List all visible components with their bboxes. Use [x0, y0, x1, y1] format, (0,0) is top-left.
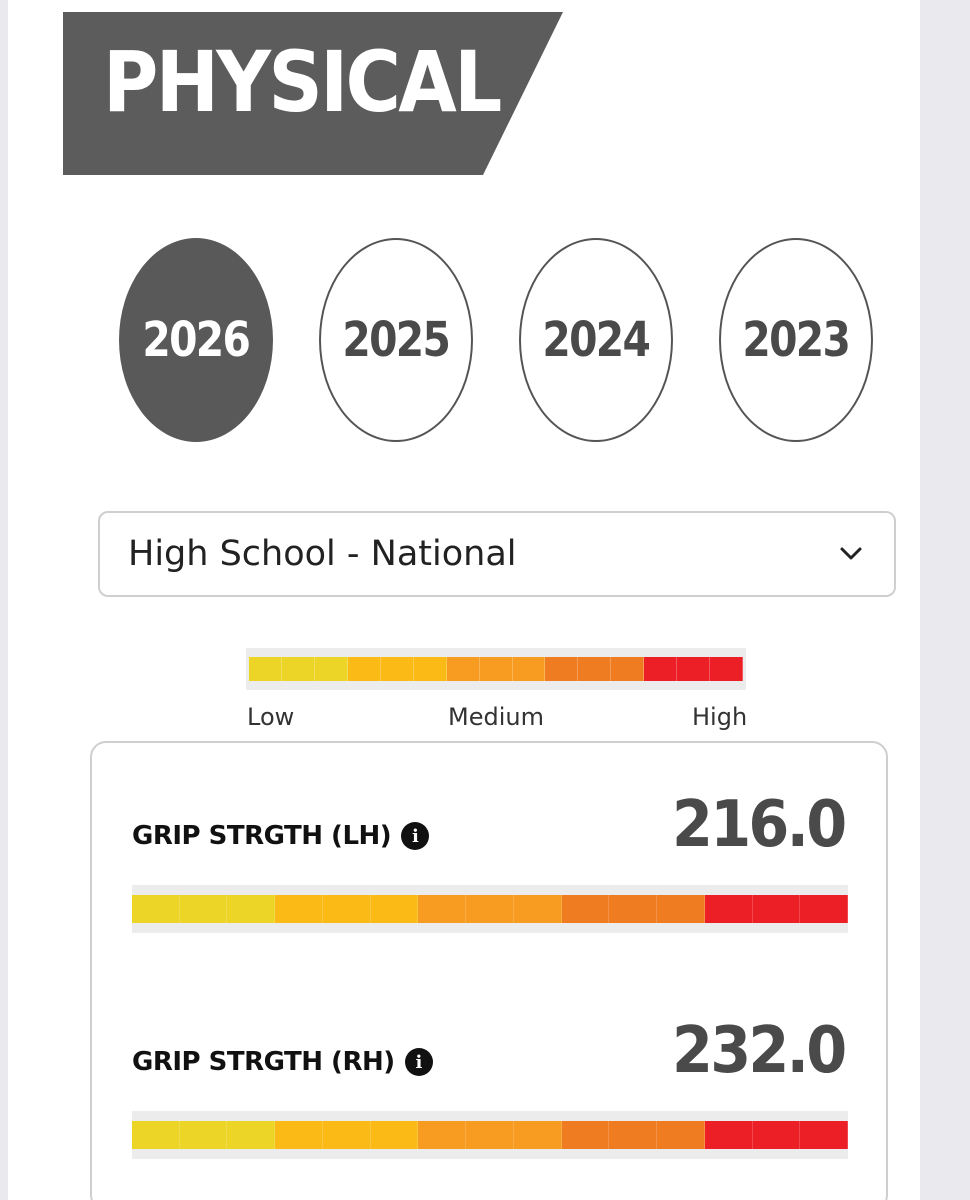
year-button-2025[interactable]: 2025	[319, 238, 473, 442]
scale-segment	[513, 1121, 562, 1149]
scale-segment	[545, 657, 579, 681]
legend-medium-label: Medium	[448, 703, 544, 731]
scale-segment	[413, 657, 447, 681]
scale-segment	[644, 657, 678, 681]
year-button-2023[interactable]: 2023	[719, 238, 873, 442]
scale-segment	[132, 1121, 180, 1149]
scale-segment	[380, 657, 414, 681]
scale-segment	[179, 895, 228, 923]
scale-segment	[275, 1121, 323, 1149]
scale-segment	[710, 657, 744, 681]
scale-segment	[752, 1121, 801, 1149]
scale-segment	[657, 1121, 705, 1149]
scale-segment	[677, 657, 711, 681]
year-label: 2026	[142, 312, 251, 368]
scale-segment	[704, 1121, 753, 1149]
scale-segment	[704, 895, 753, 923]
metric-row-label: GRIP STRGTH (LH) i	[132, 821, 430, 851]
scale-segment	[800, 1121, 849, 1149]
scale-segment	[370, 1121, 419, 1149]
scale-segment	[611, 657, 645, 681]
info-icon[interactable]: i	[401, 822, 430, 850]
scale-segment	[561, 1121, 610, 1149]
scale-segment	[132, 895, 180, 923]
scale-segment	[249, 657, 282, 681]
metric-label: GRIP STRGTH (RH)	[132, 1047, 395, 1077]
scale-segment	[466, 895, 514, 923]
year-label: 2023	[742, 312, 851, 368]
scale-segment	[322, 1121, 371, 1149]
scale-segment	[227, 1121, 276, 1149]
section-title: PHYSICAL	[103, 33, 502, 131]
scale-segment	[561, 895, 610, 923]
chevron-down-icon	[840, 547, 862, 560]
scale-segment	[347, 657, 381, 681]
scale-segment	[179, 1121, 228, 1149]
year-label: 2024	[542, 312, 651, 368]
metric-scale-bar	[132, 885, 849, 933]
legend-low-label: Low	[247, 703, 295, 731]
scale-segment	[609, 895, 658, 923]
year-label: 2025	[342, 312, 451, 368]
metric-value: 216.0	[671, 788, 847, 862]
year-button-2024[interactable]: 2024	[519, 238, 673, 442]
metrics-panel: GRIP STRGTH (LH) i 216.0 GRIP STRGTH (RH…	[90, 741, 888, 1200]
select-value: High School - National	[128, 534, 517, 574]
scale-segment	[281, 657, 315, 681]
year-button-2026[interactable]: 2026	[119, 238, 273, 442]
info-icon[interactable]: i	[404, 1048, 433, 1076]
scale-segment	[446, 657, 480, 681]
scale-segment	[513, 895, 562, 923]
scale-segment	[479, 657, 513, 681]
scale-segment	[314, 657, 348, 681]
metric-scale-bar	[132, 1111, 849, 1159]
legend-high-label: High	[692, 703, 748, 731]
scale-segment	[752, 895, 801, 923]
scale-segment	[466, 1121, 514, 1149]
scale-segment	[322, 895, 371, 923]
scale-segment	[418, 1121, 467, 1149]
scale-segment	[370, 895, 419, 923]
metric-label: GRIP STRGTH (LH)	[132, 821, 392, 851]
scale-segment	[609, 1121, 658, 1149]
scale-segment	[418, 895, 467, 923]
scale-segment	[800, 895, 849, 923]
metric-row-label: GRIP STRGTH (RH) i	[132, 1047, 433, 1077]
scale-segment	[578, 657, 612, 681]
scale-segment	[657, 895, 705, 923]
scale-segment	[227, 895, 276, 923]
metric-value: 232.0	[671, 1014, 847, 1088]
legend-scale-bar	[246, 648, 746, 690]
scale-segment	[275, 895, 323, 923]
comparison-group-select[interactable]: High School - National	[98, 511, 896, 597]
scale-segment	[512, 657, 546, 681]
